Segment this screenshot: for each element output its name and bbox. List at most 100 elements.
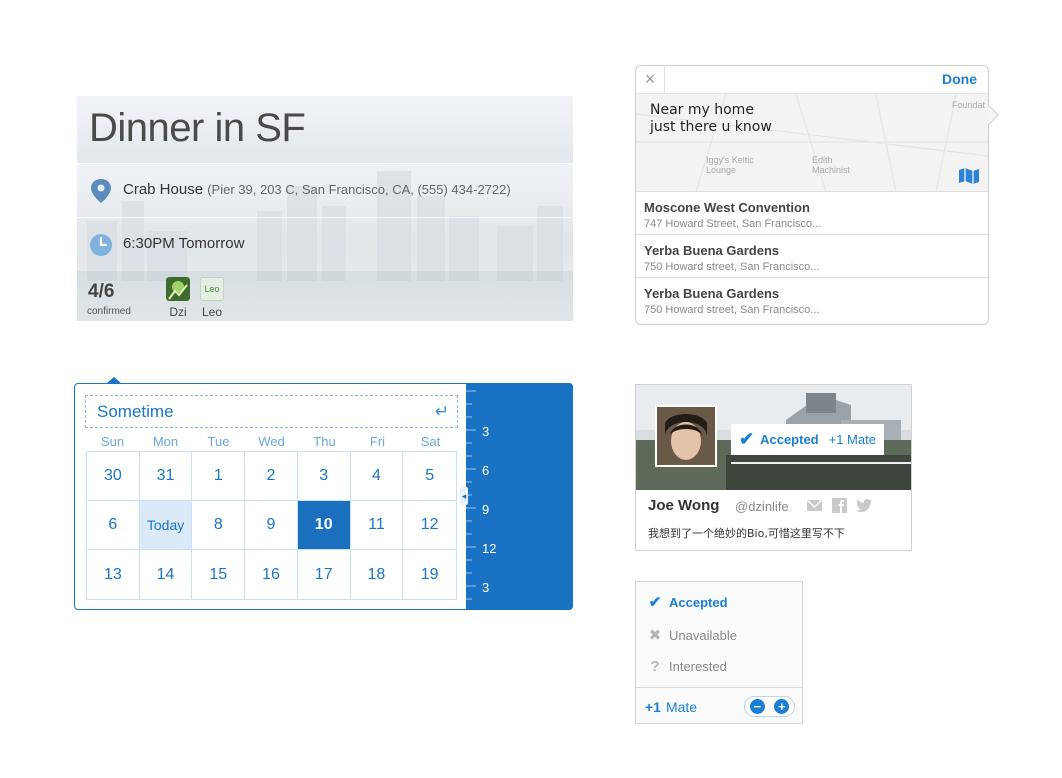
facebook-icon[interactable] xyxy=(831,498,848,513)
confirmed-label: confirmed xyxy=(87,306,131,317)
time-label: 3 xyxy=(482,580,490,595)
cross-icon: ✖ xyxy=(648,627,662,644)
event-title: Dinner in SF xyxy=(89,106,306,150)
return-icon[interactable]: ↵ xyxy=(435,402,449,422)
calendar-day[interactable]: 10 xyxy=(297,501,351,550)
weekday-label: Thu xyxy=(313,434,336,449)
map-icon[interactable] xyxy=(958,167,980,185)
attendee-leo[interactable]: Leo Leo xyxy=(199,277,225,319)
result-name: Yerba Buena Gardens xyxy=(644,243,780,258)
rsvp-option-label: Interested xyxy=(669,659,727,674)
profile-bio: 我想到了一个绝妙的Bio,可惜这里写不下 xyxy=(648,527,845,540)
attendee-name: Dzi xyxy=(169,305,187,319)
calendar-day[interactable]: 2 xyxy=(245,452,298,501)
mate-stepper: − + xyxy=(744,696,795,717)
rsvp-option-label: Accepted xyxy=(669,594,728,610)
social-links xyxy=(806,498,873,513)
time-label: 9 xyxy=(482,502,490,517)
time-rail[interactable]: ◂ 3 6 9 12 3 xyxy=(460,383,573,610)
attendee-name: Leo xyxy=(201,305,223,319)
profile-handle[interactable]: @dzinlife xyxy=(735,499,789,514)
minus-icon[interactable]: − xyxy=(749,699,765,714)
weekday-label: Sat xyxy=(420,434,441,449)
result-name: Yerba Buena Gardens xyxy=(644,286,780,301)
calendar-day[interactable]: 18 xyxy=(351,550,404,599)
event-time-row[interactable]: 6:30PM Tomorrow xyxy=(77,217,573,271)
divider xyxy=(636,687,802,688)
accepted-badge[interactable]: ✔ Accepted +1 Mate xyxy=(731,424,884,455)
calendar-day[interactable]: 31 xyxy=(139,452,193,501)
map-label: Foundat xyxy=(952,100,986,110)
avatar: Leo xyxy=(200,277,224,301)
weekday-label: Fri xyxy=(369,434,386,449)
done-button[interactable]: Done xyxy=(942,71,977,87)
calendar-day[interactable]: 13 xyxy=(87,550,140,599)
map-label: Iggy's Keltic Lounge xyxy=(706,155,754,175)
avatar xyxy=(166,277,190,301)
time-label: 12 xyxy=(482,541,497,556)
location-result[interactable]: Yerba Buena Gardens 750 Howard street, S… xyxy=(636,235,988,278)
calendar-day[interactable]: 16 xyxy=(245,550,298,599)
event-location-row[interactable]: Crab House (Pier 39, 203 C, San Francisc… xyxy=(77,163,573,217)
event-time: 6:30PM Tomorrow xyxy=(123,235,245,252)
event-attendance: 4/6 confirmed Dzi Leo Leo xyxy=(77,271,573,321)
calendar-day[interactable]: 30 xyxy=(87,452,140,501)
rsvp-option-unavailable[interactable]: ✖ Unavailable xyxy=(646,626,737,644)
calendar-day[interactable]: 3 xyxy=(297,452,351,501)
date-input[interactable]: Sometime ↵ xyxy=(85,395,458,428)
calendar-day[interactable]: 19 xyxy=(403,550,456,599)
time-label: 3 xyxy=(482,424,490,439)
weekday-header: Sun Mon Tue Wed Thu Fri Sat xyxy=(86,434,457,449)
event-card: Dinner in SF Crab House (Pier 39, 203 C,… xyxy=(77,96,573,321)
calendar-day[interactable]: 15 xyxy=(192,550,246,599)
mate-count-value: +1 xyxy=(645,699,661,715)
attendee-dzi[interactable]: Dzi xyxy=(165,277,191,319)
avatar-label: Leo xyxy=(204,284,220,294)
location-map[interactable]: Near my home just there u know Iggy's Ke… xyxy=(636,94,988,192)
calendar-day[interactable]: 12 xyxy=(403,501,456,550)
calendar-day[interactable]: 14 xyxy=(140,550,193,599)
place-name: Crab House xyxy=(123,181,204,198)
mate-count-label: Mate xyxy=(665,699,698,715)
rsvp-option-interested[interactable]: ? Interested xyxy=(646,658,727,675)
location-result[interactable]: Yerba Buena Gardens 750 Howard street, S… xyxy=(636,278,988,321)
calendar-day[interactable]: 4 xyxy=(350,452,404,501)
mate-label: +1 Mate xyxy=(828,432,876,447)
date-input-value: Sometime xyxy=(97,402,174,421)
clock-icon xyxy=(90,234,112,256)
close-icon[interactable]: × xyxy=(636,66,665,93)
date-picker: Sometime ↵ Sun Mon Tue Wed Thu Fri Sat 3… xyxy=(74,377,573,610)
rail-handle-icon[interactable]: ◂ xyxy=(460,487,468,505)
calendar-day[interactable]: 17 xyxy=(298,550,351,599)
avatar xyxy=(657,407,715,465)
map-pin-icon xyxy=(91,179,111,203)
location-result[interactable]: Moscone West Convention 747 Howard Stree… xyxy=(636,192,988,235)
checkmark-icon: ✔ xyxy=(648,594,662,611)
rsvp-option-label: Unavailable xyxy=(669,627,737,643)
profile-name: Joe Wong xyxy=(648,497,720,514)
location-note[interactable]: Near my home just there u know xyxy=(650,102,772,136)
plus-icon[interactable]: + xyxy=(774,699,790,714)
calendar-day[interactable]: Today xyxy=(139,501,193,550)
mail-icon[interactable] xyxy=(806,498,823,513)
result-address: 750 Howard street, San Francisco... xyxy=(644,261,820,273)
calendar-day[interactable]: 9 xyxy=(245,501,298,550)
rsvp-option-accepted[interactable]: ✔ Accepted xyxy=(646,593,728,611)
place-detail: (Pier 39, 203 C, San Francisco, CA, (555… xyxy=(207,182,511,197)
calendar-day[interactable]: 11 xyxy=(350,501,404,550)
calendar-day[interactable]: 6 xyxy=(87,501,140,550)
profile-card: ✔ Accepted +1 Mate Joe Wong @dzinlife 我想… xyxy=(635,384,912,551)
checkmark-icon: ✔ xyxy=(739,429,755,449)
twitter-icon[interactable] xyxy=(856,498,873,513)
location-results: Moscone West Convention 747 Howard Stree… xyxy=(636,192,988,321)
rsvp-menu: ✔ Accepted ✖ Unavailable ? Interested +1… xyxy=(635,581,803,724)
weekday-label: Wed xyxy=(258,434,285,449)
profile-avatar[interactable] xyxy=(655,405,717,467)
calendar-day[interactable]: 5 xyxy=(403,452,456,501)
weekday-label: Sun xyxy=(100,434,125,449)
calendar-day[interactable]: 1 xyxy=(192,452,246,501)
calendar-day[interactable]: 8 xyxy=(192,501,246,550)
result-name: Moscone West Convention xyxy=(644,200,810,215)
map-label: Edith Machinist xyxy=(812,155,851,175)
result-address: 747 Howard Street, San Francisco... xyxy=(644,218,822,230)
